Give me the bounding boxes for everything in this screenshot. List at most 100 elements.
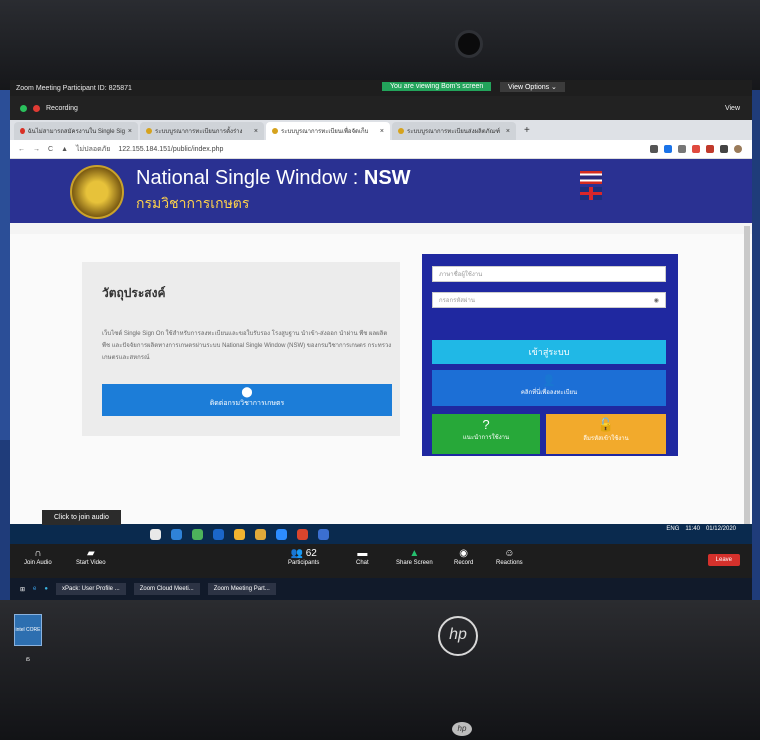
forgot-password-button[interactable]: 🔓 ลืมรหัสเข้าใช้งาน <box>546 414 666 454</box>
extension-icon[interactable] <box>706 145 714 153</box>
laptop-screen: Zoom Meeting Participant ID: 825871 You … <box>10 80 752 600</box>
zoom-title-bar: Zoom Meeting Participant ID: 825871 You … <box>10 80 752 96</box>
participants-button[interactable]: 👥 62 Participants <box>288 548 319 566</box>
shield-icon <box>20 104 27 112</box>
eye-icon[interactable]: ◉ <box>654 293 659 309</box>
extension-icon[interactable] <box>678 145 686 153</box>
url-field[interactable]: 122.155.184.151/public/index.php <box>118 146 223 153</box>
address-bar: ← → C ▲ ไม่ปลอดภัย 122.155.184.151/publi… <box>10 140 752 159</box>
laptop-bottom-bezel: intel CORE i5 hp hp <box>0 600 760 740</box>
folder-icon[interactable] <box>255 528 266 540</box>
app-icon[interactable] <box>318 528 329 540</box>
thai-flag-icon[interactable] <box>580 171 602 184</box>
site-title-nsw: NSW <box>363 167 411 189</box>
taskbar-item[interactable]: Zoom Meeting Part... <box>207 583 276 595</box>
add-user-icon: 👤 <box>542 375 556 387</box>
view-options-button[interactable]: View Options ⌄ <box>500 82 565 92</box>
app-icon[interactable] <box>213 528 224 540</box>
login-button[interactable]: เข้าสู่ระบบ <box>432 340 666 364</box>
unlock-icon: 🔓 <box>597 417 615 432</box>
new-tab-button[interactable]: + <box>518 125 536 136</box>
password-input[interactable]: กรอกรหัสผ่าน ◉ <box>432 292 666 308</box>
intel-sticker: intel CORE i5 <box>14 614 42 663</box>
share-screen-button[interactable]: ▲ Share Screen <box>396 548 433 566</box>
zoom-control-bar: ∩ Join Audio ▰ Start Video 👥 62 Participant… <box>10 544 752 578</box>
record-dot-icon <box>33 104 40 112</box>
reactions-label: Reactions <box>496 560 523 566</box>
app-icon[interactable] <box>192 528 203 540</box>
laptop-top-bezel <box>0 0 760 90</box>
star-icon[interactable] <box>664 145 672 153</box>
username-placeholder: ภาษาชื่อผู้ใช้งาน <box>439 272 483 278</box>
windows-start-icon[interactable]: ⊞ <box>20 586 25 593</box>
site-subtitle: กรมวิชาการเกษตร <box>136 195 250 211</box>
chrome-icon[interactable] <box>234 528 245 540</box>
explorer-icon[interactable] <box>150 528 161 540</box>
security-label: ไม่ปลอดภัย <box>76 145 111 153</box>
register-button-label: คลิกที่นี่เพื่อลงทะเบียน <box>520 390 578 396</box>
taskbar-item[interactable]: xPack: User Profile ... <box>56 583 126 595</box>
tab-label: ระบบบูรณาการทะเบียนการตั้งร่าง <box>155 129 243 135</box>
leave-button[interactable]: Leave <box>707 554 740 566</box>
tray-time[interactable]: 11:40 <box>685 526 700 532</box>
tray-lang[interactable]: ENG <box>666 526 679 532</box>
page-scrollbar[interactable] <box>744 226 750 526</box>
tab-label: ฉันไม่สามารถสมัครงานใน Single Sig <box>27 129 125 135</box>
hp-hinge-logo: hp <box>452 722 472 736</box>
participants-label: Participants <box>288 560 320 566</box>
forward-icon[interactable]: → <box>33 146 40 153</box>
app-icon[interactable] <box>297 528 308 540</box>
windows-taskbar-icons: ENG 11:40 01/12/2020 <box>10 524 752 544</box>
reload-icon[interactable]: C <box>48 146 53 153</box>
avatar[interactable] <box>734 145 742 153</box>
objective-text: เว็บไซต์ Single Sign On ใช้สำหรับการลงทะ… <box>102 331 392 361</box>
share-screen-icon: ▲ <box>409 548 420 559</box>
ie-icon[interactable]: e <box>33 586 36 592</box>
browser-tab[interactable]: ระบบบูรณาการทะเบียนส่งผลิตภัณฑ์ × <box>392 122 516 140</box>
start-video-label: Start Video <box>76 560 106 566</box>
uk-flag-icon[interactable] <box>580 187 602 200</box>
close-icon[interactable]: × <box>254 128 258 135</box>
zoom-title: Zoom Meeting Participant ID: 825871 <box>16 84 132 92</box>
puzzle-icon[interactable] <box>720 145 728 153</box>
key-icon[interactable] <box>650 145 658 153</box>
close-icon[interactable]: × <box>380 128 384 135</box>
start-video-button[interactable]: ▰ Start Video <box>76 548 106 566</box>
recording-bar: Recording View <box>10 96 752 120</box>
contact-button[interactable]: ⬤ ติดต่อกรมวิชาการเกษตร <box>102 384 392 416</box>
taskbar-item[interactable]: Zoom Cloud Meeti... <box>133 583 200 595</box>
browser-tab[interactable]: ระบบบูรณาการทะเบียนการตั้งร่าง × <box>140 122 264 140</box>
language-switch <box>580 171 602 200</box>
username-input[interactable]: ภาษาชื่อผู้ใช้งาน <box>432 266 666 282</box>
edge-icon[interactable]: ● <box>44 586 48 592</box>
view-button[interactable]: View <box>725 105 740 112</box>
participants-icon: 👥 62 <box>290 548 317 559</box>
windows-taskbar: ⊞ e ● xPack: User Profile ... Zoom Cloud… <box>10 578 752 600</box>
extension-icon[interactable] <box>692 145 700 153</box>
join-audio-label: Join Audio <box>24 560 52 566</box>
join-audio-button[interactable]: ∩ Join Audio <box>24 548 52 566</box>
site-favicon-icon <box>146 128 152 134</box>
login-panel: ภาษาชื่อผู้ใช้งาน กรอกรหัสผ่าน ◉ เข้าสู่ร… <box>422 254 678 456</box>
back-icon[interactable]: ← <box>18 146 25 153</box>
record-button[interactable]: ◉ Record <box>454 548 473 566</box>
tray-date[interactable]: 01/12/2020 <box>706 526 736 532</box>
guide-button[interactable]: ? แนะนำการใช้งาน <box>432 414 540 454</box>
browser-tab[interactable]: ฉันไม่สามารถสมัครงานใน Single Sig × <box>14 122 138 140</box>
browser-tab-active[interactable]: ระบบบูรณาการทะเบียนเพื่อจัดเก็บ × <box>266 122 390 140</box>
site-title: National Single Window : NSW <box>136 167 411 190</box>
reactions-button[interactable]: ☺ Reactions <box>496 548 523 566</box>
chat-button[interactable]: ▬ Chat <box>356 548 369 566</box>
close-icon[interactable]: × <box>506 128 510 135</box>
gmail-icon <box>20 128 25 134</box>
participants-count: 62 <box>305 548 317 559</box>
contact-button-label: ติดต่อกรมวิชาการเกษตร <box>209 400 285 407</box>
record-label: Record <box>454 560 474 566</box>
register-button[interactable]: 👤 คลิกที่นี่เพื่อลงทะเบียน <box>432 370 666 406</box>
zoom-icon[interactable] <box>276 528 287 540</box>
close-icon[interactable]: × <box>128 128 132 135</box>
main-content: วัตถุประสงค์ เว็บไซต์ Single Sign On ใช้… <box>10 234 752 524</box>
reactions-icon: ☺ <box>504 548 515 559</box>
edge-icon[interactable] <box>171 528 182 540</box>
tab-label: ระบบบูรณาการทะเบียนส่งผลิตภัณฑ์ <box>407 129 501 135</box>
